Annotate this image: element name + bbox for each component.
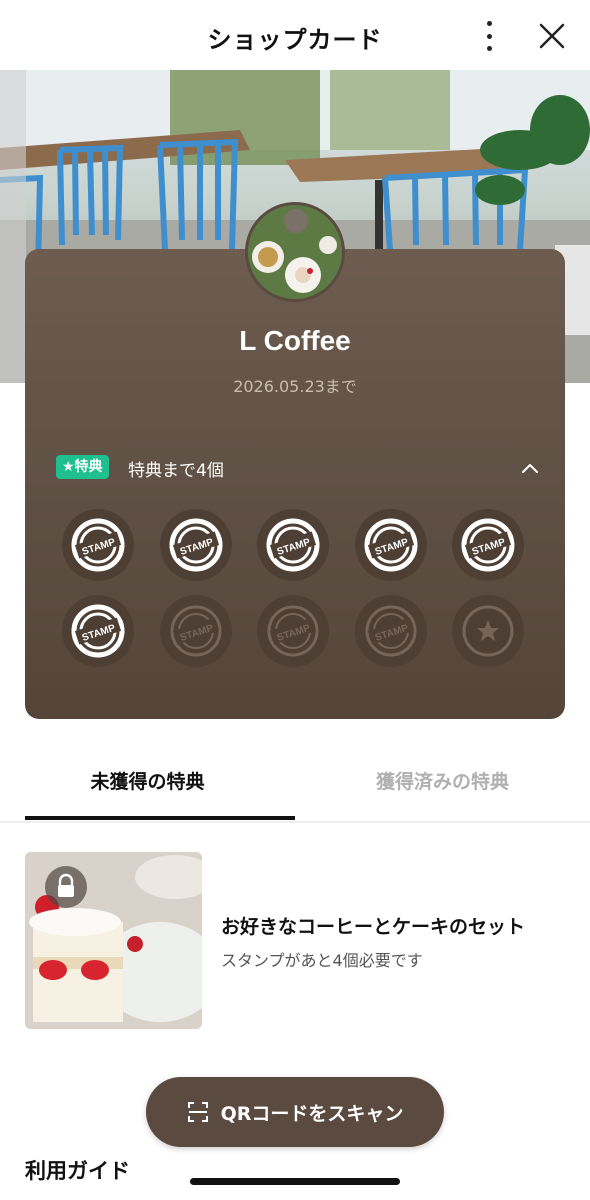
stamp-empty: STAMP <box>354 595 427 667</box>
close-icon[interactable] <box>536 20 568 52</box>
stamp-collected: STAMP <box>159 509 232 581</box>
shop-logo <box>245 202 345 302</box>
stamp-collected: STAMP <box>452 509 524 581</box>
stamp-collected: STAMP <box>62 509 134 581</box>
scan-qr-button[interactable]: QRコードをスキャン <box>146 1077 444 1147</box>
stamp-card: L Coffee 2026.05.23まで ★特典 特典まで4個 STAMP ST… <box>25 249 565 719</box>
reward-title: お好きなコーヒーとケーキのセット <box>221 916 526 938</box>
active-tab-indicator <box>25 816 295 820</box>
usage-guide-heading: 利用ガイド <box>25 1159 130 1183</box>
more-options-icon[interactable] <box>474 18 504 54</box>
stamp-collected: STAMP <box>62 595 134 667</box>
final-stamp-slot <box>452 595 524 667</box>
reward-image[interactable] <box>25 852 202 1029</box>
scan-icon <box>187 1102 208 1122</box>
scan-qr-label: QRコードをスキャン <box>220 1102 404 1125</box>
home-indicator <box>190 1178 400 1185</box>
header: ショップカード <box>0 0 590 70</box>
stamp-empty: STAMP <box>159 595 232 667</box>
reward-status: 特典まで4個 <box>128 461 224 481</box>
tab-unclaimed-rewards[interactable]: 未獲得の特典 <box>0 767 295 794</box>
chevron-up-icon[interactable] <box>519 457 541 479</box>
stamp-collected: STAMP <box>257 509 329 581</box>
reward-badge: ★特典 <box>56 455 109 479</box>
reward-requirement: スタンプがあと4個必要です <box>221 951 423 970</box>
tab-claimed-rewards[interactable]: 獲得済みの特典 <box>295 767 590 794</box>
stamp-empty: STAMP <box>257 595 329 667</box>
lock-icon <box>45 866 87 908</box>
expiry-date: 2026.05.23まで <box>233 377 357 396</box>
stamp-collected: STAMP <box>354 509 427 581</box>
reward-tabs: 未獲得の特典 獲得済みの特典 <box>0 745 590 823</box>
shop-name: L Coffee <box>239 325 351 356</box>
